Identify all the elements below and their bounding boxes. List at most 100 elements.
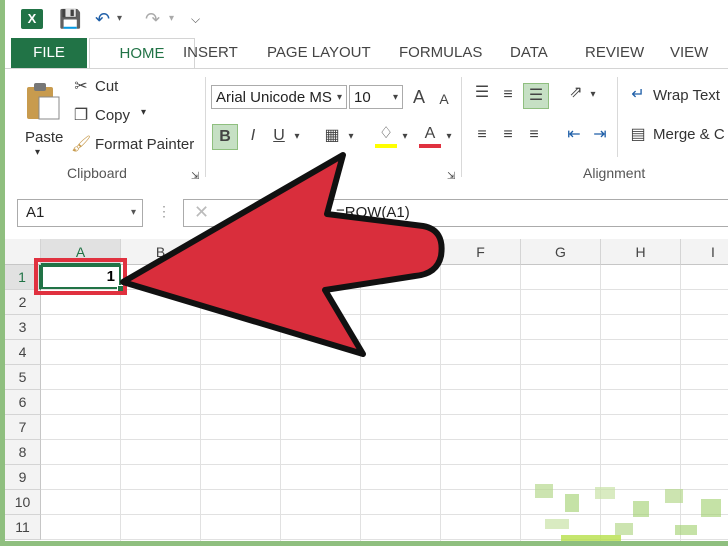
grid-line [41, 339, 728, 340]
tab-view[interactable]: VIEW [670, 38, 708, 68]
tab-data[interactable]: DATA [510, 38, 548, 68]
customize-toolbar-icon[interactable]: ⌵ [191, 7, 200, 31]
save-icon[interactable]: 💾 [59, 7, 81, 31]
cancel-icon[interactable]: ✕ [194, 202, 209, 223]
row-header-10[interactable]: 10 [5, 490, 41, 515]
cut-icon: ✂ [74, 78, 88, 95]
tab-review[interactable]: REVIEW [585, 38, 644, 68]
borders-icon[interactable]: ▦ [321, 126, 343, 146]
tab-insert[interactable]: INSERT [183, 38, 238, 68]
merge-icon: ▤ [630, 126, 646, 143]
row-header-4[interactable]: 4 [5, 340, 41, 365]
shrink-font-button[interactable]: A [435, 89, 453, 109]
fill-color-dropdown-icon[interactable]: ▾ [399, 127, 411, 147]
grid-line [41, 314, 728, 315]
grid-line [41, 364, 728, 365]
chevron-down-icon: ▾ [336, 92, 342, 103]
row-header-7[interactable]: 7 [5, 415, 41, 440]
grid-line [41, 389, 728, 390]
merge-center-button[interactable]: Merge & C [653, 126, 725, 143]
formula-bar: A1 ▾ ⋮ ✕ =ROW(A1) [5, 187, 728, 237]
row-header-5[interactable]: 5 [5, 365, 41, 390]
chevron-down-icon: ▾ [130, 207, 136, 218]
cut-button[interactable]: Cut [95, 78, 118, 95]
formula-input[interactable]: ✕ =ROW(A1) [183, 199, 728, 227]
tab-home[interactable]: HOME [89, 38, 195, 70]
middle-align-icon[interactable]: ≡ [497, 85, 519, 105]
wrap-text-icon: ↵ [631, 86, 645, 103]
column-header-d[interactable]: D [281, 239, 361, 265]
separator [205, 77, 206, 177]
borders-dropdown-icon[interactable]: ▾ [345, 127, 357, 147]
underline-button[interactable]: U [269, 126, 289, 146]
paste-label: Paste [25, 129, 64, 146]
copy-button[interactable]: Copy [95, 107, 130, 124]
tab-file[interactable]: FILE [11, 38, 87, 68]
clipboard-group-label: Clipboard [67, 165, 127, 181]
tab-formulas[interactable]: FORMULAS [399, 38, 482, 68]
grid-line [200, 265, 201, 541]
column-header-i[interactable]: I [681, 239, 728, 265]
underline-dropdown-icon[interactable]: ▾ [291, 127, 303, 147]
column-header-f[interactable]: F [441, 239, 521, 265]
paste-icon [27, 83, 60, 120]
tab-page-layout[interactable]: PAGE LAYOUT [267, 38, 371, 68]
redo-icon[interactable]: ↷ [145, 7, 160, 31]
font-family-select[interactable]: Arial Unicode MS ▾ [211, 85, 347, 109]
align-center-icon[interactable]: ≡ [497, 125, 519, 145]
grid-line [120, 265, 121, 541]
quick-access-toolbar: X 💾 ↶ ▾ ↷ ▾ ⌵ [5, 0, 728, 38]
excel-logo-icon: X [21, 9, 43, 29]
row-header-9[interactable]: 9 [5, 465, 41, 490]
row-header-11[interactable]: 11 [5, 515, 41, 540]
undo-dropdown-icon[interactable]: ▾ [117, 7, 122, 31]
bold-button[interactable]: B [212, 124, 238, 150]
align-right-icon[interactable]: ≡ [523, 125, 545, 145]
orientation-dropdown-icon[interactable]: ▾ [587, 85, 599, 105]
wrap-text-button[interactable]: Wrap Text [653, 87, 720, 104]
row-header-6[interactable]: 6 [5, 390, 41, 415]
column-header-b[interactable]: B [121, 239, 201, 265]
name-box[interactable]: A1 ▾ [17, 199, 143, 227]
increase-indent-icon[interactable]: ⇥ [589, 125, 611, 145]
row-header-8[interactable]: 8 [5, 440, 41, 465]
font-color-dropdown-icon[interactable]: ▾ [443, 127, 455, 147]
worksheet-grid[interactable]: A B C D E F G H I 1 2 3 4 5 6 7 8 9 10 1… [5, 239, 728, 541]
undo-icon[interactable]: ↶ [95, 7, 110, 31]
font-size-select[interactable]: 10 ▾ [349, 85, 403, 109]
alignment-group-label: Alignment [583, 165, 646, 181]
font-color-button[interactable]: A [419, 124, 441, 148]
redo-dropdown-icon[interactable]: ▾ [169, 7, 174, 31]
ribbon-home: Paste ▾ ✂ Cut ❐ Copy ▾ 🖌 Format Painter … [5, 68, 728, 188]
separator [461, 77, 462, 177]
font-size-value: 10 [354, 89, 371, 106]
format-painter-button[interactable]: Format Painter [95, 136, 194, 153]
ribbon-tabs: FILE HOME INSERT PAGE LAYOUT FORMULAS DA… [5, 38, 728, 70]
italic-button[interactable]: I [243, 126, 263, 146]
highlight-box [34, 258, 127, 295]
formula-text: =ROW(A1) [336, 204, 410, 221]
column-header-c[interactable]: C [201, 239, 281, 265]
bottom-align-icon[interactable]: ☰ [523, 83, 549, 109]
paste-dropdown-icon[interactable]: ▾ [35, 147, 40, 158]
fill-color-icon[interactable]: ♢ [375, 124, 397, 148]
clipboard-launcher-icon[interactable]: ⇲ [191, 167, 199, 187]
font-launcher-icon[interactable]: ⇲ [447, 167, 455, 187]
row-header-3[interactable]: 3 [5, 315, 41, 340]
column-header-h[interactable]: H [601, 239, 681, 265]
grid-line [280, 265, 281, 541]
format-painter-icon: 🖌 [71, 136, 92, 153]
grid-line [41, 289, 728, 290]
top-align-icon[interactable]: ☰ [471, 83, 493, 103]
grow-font-button[interactable]: A [409, 87, 429, 107]
background-decoration [535, 484, 721, 541]
column-header-e[interactable]: E [361, 239, 441, 265]
align-left-icon[interactable]: ≡ [471, 125, 493, 145]
copy-icon: ❐ [73, 107, 89, 124]
paste-button[interactable]: Paste ▾ [19, 77, 65, 163]
column-header-g[interactable]: G [521, 239, 601, 265]
copy-dropdown-icon[interactable]: ▾ [141, 107, 146, 118]
decrease-indent-icon[interactable]: ⇤ [563, 125, 585, 145]
grid-line [360, 265, 361, 541]
orientation-icon[interactable]: ⇗ [565, 83, 587, 103]
